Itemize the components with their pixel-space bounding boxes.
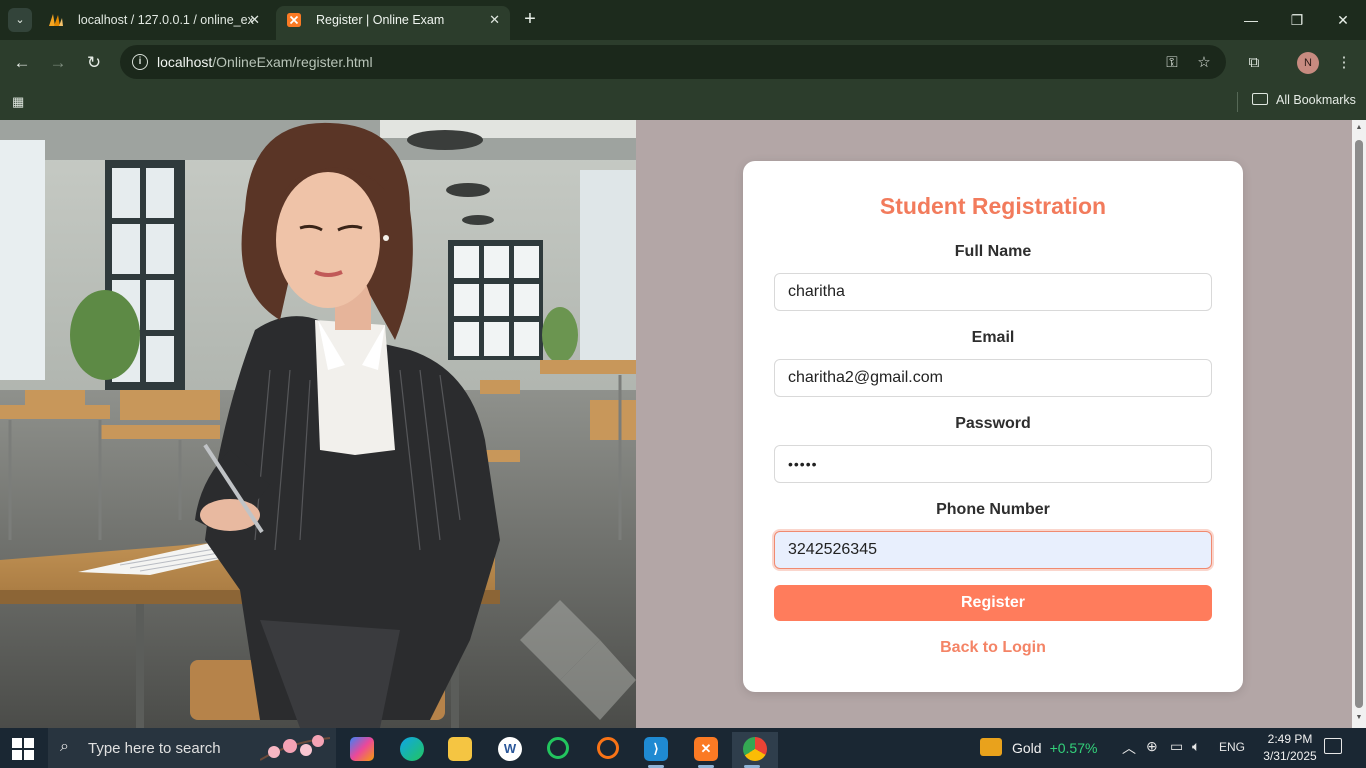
phone-label: Phone Number	[936, 501, 1050, 518]
reload-icon[interactable]: ↻	[81, 50, 107, 76]
chevron-up-icon[interactable]: ︿	[1122, 738, 1136, 758]
battery-icon[interactable]: ▭	[1170, 738, 1183, 755]
phpmyadmin-icon	[49, 14, 63, 26]
clock-time: 2:49 PM	[1267, 732, 1313, 746]
back-arrow-icon[interactable]: ←	[9, 50, 35, 76]
forward-arrow-icon[interactable]: →	[45, 50, 71, 76]
avatar[interactable]: N	[1297, 52, 1319, 74]
xampp-icon[interactable]: ✕	[686, 732, 726, 768]
tab-bar: ⌄ localhost / 127.0.0.1 / online_ex ✕ Re…	[0, 0, 1366, 40]
edge-icon[interactable]	[392, 732, 432, 768]
apps-grid-icon[interactable]: ▦	[12, 94, 28, 110]
restore-button[interactable]: ❐	[1274, 8, 1320, 32]
gold-widget[interactable]: Gold +0.57%	[980, 738, 1097, 756]
taskbar-search[interactable]: ⌕ Type here to search	[48, 728, 336, 768]
copilot-icon[interactable]	[342, 732, 382, 768]
page-viewport: Student Registration Full Name charitha …	[0, 120, 1352, 728]
address-bar[interactable]: i localhost/OnlineExam/register.html ⚿ ☆	[120, 45, 1226, 79]
page-title: Student Registration	[879, 193, 1107, 219]
tab-register[interactable]: Register | Online Exam ✕	[276, 6, 510, 40]
vscode-icon[interactable]: ⟩	[636, 732, 676, 768]
all-bookmarks-button[interactable]: All Bookmarks	[1252, 93, 1356, 107]
tab-title: localhost / 127.0.0.1 / online_ex	[78, 13, 254, 27]
volume-icon[interactable]: 🔈︎	[1192, 738, 1200, 755]
network-icon[interactable]: ⊕	[1146, 738, 1158, 755]
registration-card: Student Registration Full Name charitha …	[743, 161, 1243, 692]
bookmark-star-icon[interactable]: ☆	[1194, 53, 1214, 73]
phone-field[interactable]: 3242526345	[774, 531, 1212, 569]
close-window-button[interactable]: ✕	[1320, 8, 1366, 32]
widget-change: +0.57%	[1049, 740, 1098, 756]
xampp-icon	[287, 13, 301, 27]
exam-illustration	[0, 120, 636, 728]
divider	[1237, 92, 1238, 112]
scrollbar[interactable]: ▲ ▼	[1352, 120, 1366, 728]
site-info-icon[interactable]: i	[132, 54, 148, 70]
cherry-blossom-icon	[260, 735, 330, 761]
browser-toolbar: ← → ↻ i localhost/OnlineExam/register.ht…	[0, 40, 1366, 86]
file-explorer-icon[interactable]	[440, 732, 480, 768]
back-to-login-link[interactable]: Back to Login	[743, 639, 1243, 657]
gold-icon	[980, 738, 1002, 756]
password-key-icon[interactable]: ⚿	[1162, 53, 1182, 73]
close-icon[interactable]: ✕	[249, 6, 260, 34]
close-icon[interactable]: ✕	[489, 6, 500, 34]
folder-icon	[1252, 93, 1268, 105]
scrollbar-thumb[interactable]	[1355, 140, 1363, 708]
word-icon[interactable]: W	[490, 732, 530, 768]
refresh-app-icon[interactable]	[538, 732, 578, 768]
full-name-field[interactable]: charitha	[774, 273, 1212, 311]
tab-title: Register | Online Exam	[316, 13, 445, 27]
full-name-label: Full Name	[954, 243, 1032, 260]
chrome-icon[interactable]	[732, 732, 778, 768]
eclipse-icon[interactable]	[588, 732, 628, 768]
clock-date: 3/31/2025	[1263, 749, 1317, 763]
all-bookmarks-label: All Bookmarks	[1276, 93, 1356, 107]
language-indicator[interactable]: ENG	[1219, 740, 1245, 754]
clock[interactable]: 2:49 PM 3/31/2025	[1256, 731, 1324, 765]
new-tab-button[interactable]: +	[519, 8, 541, 30]
windows-start-icon[interactable]	[12, 738, 34, 760]
email-label: Email	[971, 329, 1015, 346]
scroll-down-icon[interactable]: ▼	[1354, 714, 1364, 721]
extensions-icon[interactable]: ⧉	[1244, 53, 1264, 73]
tab-phpmyadmin[interactable]: localhost / 127.0.0.1 / online_ex ✕	[38, 6, 270, 40]
minimize-button[interactable]: —	[1228, 8, 1274, 32]
taskbar: ⌕ Type here to search W ⟩ ✕ Gold +0.57% ︿…	[0, 728, 1366, 768]
notification-icon[interactable]	[1324, 738, 1342, 754]
password-field[interactable]: •••••	[774, 445, 1212, 483]
tab-search-button[interactable]: ⌄	[8, 8, 32, 32]
register-button[interactable]: Register	[774, 585, 1212, 621]
scroll-up-icon[interactable]: ▲	[1354, 124, 1364, 131]
url-text[interactable]: localhost/OnlineExam/register.html	[157, 54, 373, 70]
bookmarks-bar: ▦ All Bookmarks	[0, 86, 1366, 120]
search-placeholder: Type here to search	[88, 740, 221, 757]
search-icon: ⌕	[60, 738, 69, 755]
menu-kebab-icon[interactable]: ⋮	[1334, 53, 1354, 73]
email-field[interactable]: charitha2@gmail.com	[774, 359, 1212, 397]
url-path: /OnlineExam/register.html	[212, 54, 373, 70]
url-host: localhost	[157, 54, 213, 70]
widget-name: Gold	[1012, 740, 1042, 756]
password-label: Password	[955, 415, 1031, 432]
